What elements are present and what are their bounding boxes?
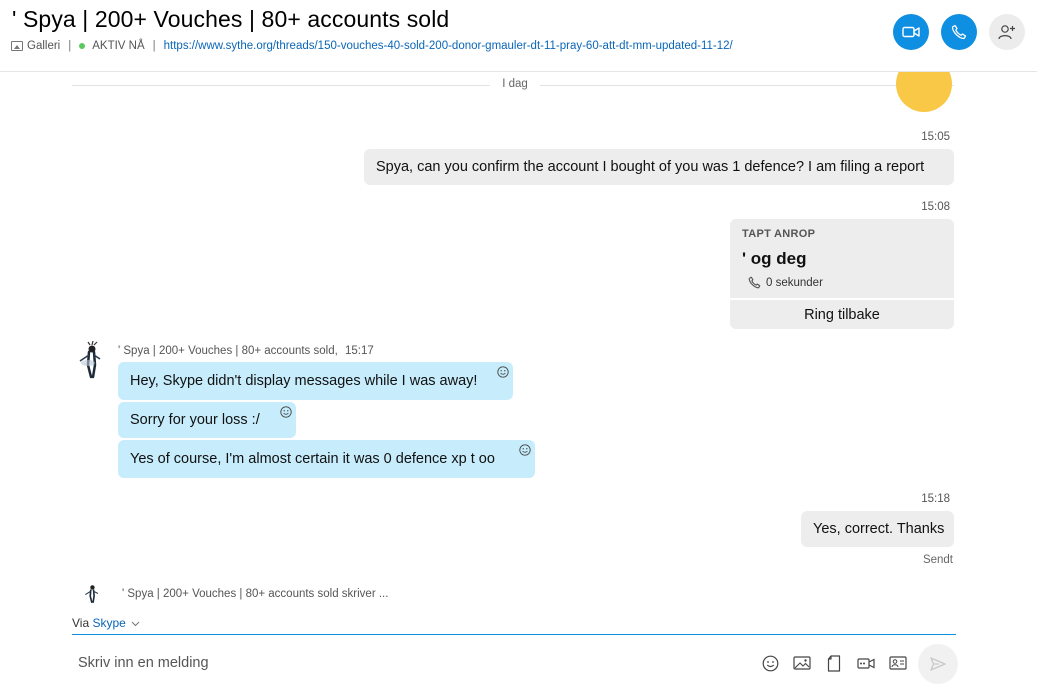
day-label: I dag	[490, 78, 540, 90]
audio-call-button[interactable]	[941, 14, 977, 50]
presence-status: AKTIV NÅ	[92, 40, 145, 52]
message-text: Yes of course, I'm almost certain it was…	[130, 451, 495, 467]
message-input[interactable]	[72, 648, 732, 678]
phone-icon	[748, 276, 761, 289]
emoji-icon	[762, 655, 778, 671]
phone-icon	[951, 24, 967, 40]
call-duration-text: 0 sekunder	[766, 276, 823, 289]
add-reaction-icon[interactable]	[280, 406, 292, 418]
conversation-title[interactable]: ' Spya | 200+ Vouches | 80+ accounts sol…	[12, 6, 449, 33]
mood-link[interactable]: https://www.sythe.org/threads/150-vouche…	[164, 40, 733, 52]
sender-timestamp: 15:17	[345, 345, 374, 357]
sender-name[interactable]: ' Spya | 200+ Vouches | 80+ accounts sol…	[118, 345, 338, 357]
own-avatar	[896, 72, 952, 114]
send-button[interactable]	[918, 644, 958, 684]
online-status-icon	[79, 43, 86, 49]
day-divider-right	[540, 85, 954, 86]
call-back-button[interactable]: Ring tilbake	[730, 298, 954, 329]
gallery-icon[interactable]	[11, 41, 23, 51]
message-text: Hey, Skype didn't display messages while…	[130, 373, 478, 389]
send-contact-button[interactable]	[889, 654, 907, 672]
video-message-button[interactable]	[857, 654, 875, 672]
contact-avatar-image	[79, 340, 101, 379]
via-selector[interactable]: Via Skype	[72, 616, 140, 630]
add-reaction-icon[interactable]	[497, 366, 509, 378]
incoming-message[interactable]: Yes of course, I'm almost certain it was…	[118, 440, 535, 478]
call-type-label: TAPT ANROP	[742, 228, 816, 240]
file-icon	[827, 654, 841, 672]
typing-avatar	[82, 583, 104, 605]
via-label: Via	[72, 616, 90, 630]
message-text: Yes, correct. Thanks	[813, 521, 945, 537]
message-timestamp: 15:18	[921, 493, 950, 505]
contact-avatar-image	[85, 585, 99, 604]
send-image-button[interactable]	[793, 654, 811, 672]
add-person-icon	[998, 25, 1015, 40]
call-timestamp: 15:08	[921, 201, 950, 213]
day-divider-left	[72, 85, 490, 86]
video-camera-icon	[902, 26, 920, 38]
message-text: Spya, can you confirm the account I boug…	[376, 159, 925, 175]
outgoing-message[interactable]: Yes, correct. Thanks	[801, 511, 954, 547]
conversation-subline: Galleri | AKTIV NÅ | https://www.sythe.o…	[11, 40, 733, 52]
incoming-message[interactable]: Hey, Skype didn't display messages while…	[118, 362, 513, 400]
composer-focus-line	[72, 634, 956, 635]
separator: |	[68, 40, 72, 52]
call-participants: ' og deg	[742, 249, 807, 268]
video-message-icon	[857, 657, 875, 669]
separator: |	[152, 40, 156, 52]
contact-card-icon	[889, 656, 907, 670]
send-file-button[interactable]	[825, 654, 843, 672]
via-service: Skype	[92, 616, 126, 630]
typing-indicator: ' Spya | 200+ Vouches | 80+ accounts sol…	[122, 588, 389, 600]
outgoing-message[interactable]: Spya, can you confirm the account I boug…	[364, 149, 954, 185]
message-timestamp: 15:05	[921, 131, 950, 143]
gallery-link[interactable]: Galleri	[27, 40, 60, 52]
chevron-down-icon	[131, 621, 140, 627]
incoming-message[interactable]: Sorry for your loss :/	[118, 402, 296, 438]
chat-header: ' Spya | 200+ Vouches | 80+ accounts sol…	[0, 0, 1037, 72]
contact-avatar[interactable]	[76, 340, 110, 381]
call-duration: 0 sekunder	[748, 276, 823, 289]
sender-info: ' Spya | 200+ Vouches | 80+ accounts sol…	[118, 345, 374, 357]
send-icon	[930, 657, 946, 671]
emoji-button[interactable]	[761, 654, 779, 672]
missed-call-card: TAPT ANROP ' og deg 0 sekunder Ring tilb…	[730, 219, 954, 329]
message-text: Sorry for your loss :/	[130, 412, 260, 428]
add-reaction-icon[interactable]	[519, 444, 531, 456]
add-people-button[interactable]	[989, 14, 1025, 50]
video-call-button[interactable]	[893, 14, 929, 50]
delivery-status: Sendt	[922, 554, 953, 566]
image-icon	[793, 656, 811, 670]
